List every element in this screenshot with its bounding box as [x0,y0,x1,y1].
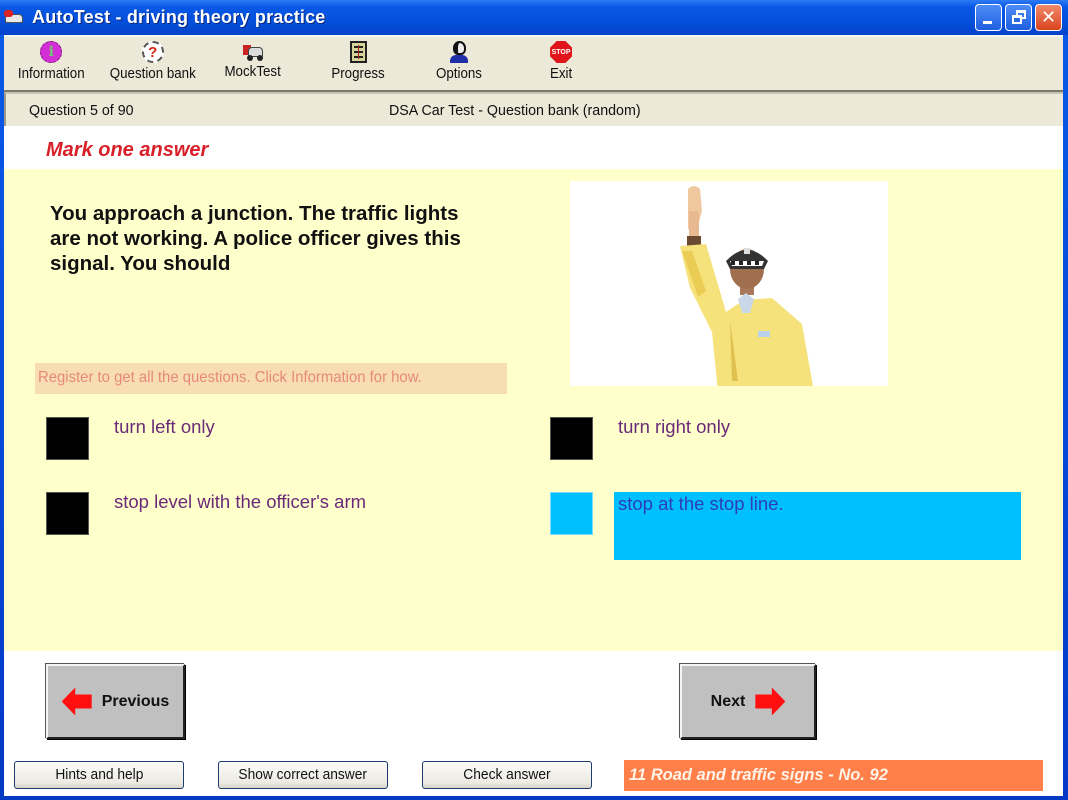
answer-text: stop level with the officer's arm [114,491,367,512]
toolbar-label: Exit [549,66,573,82]
minimize-icon [983,21,992,24]
test-mode-label: DSA Car Test - Question bank (random) [389,102,641,119]
toolbar-label: Question bank [109,66,196,82]
previous-button[interactable]: Previous [46,664,185,739]
info-icon: i [40,41,63,63]
answer-checkbox[interactable] [550,417,593,460]
answer-text: turn left only [114,416,215,437]
question-category-label: 11 Road and traffic signs - No. 92 [624,760,1043,791]
instruction-row: Mark one answer [4,126,1063,169]
next-button[interactable]: Next [680,664,816,739]
stop-sign-icon: STOP [550,41,573,63]
toolbar-label: Information [17,66,85,82]
check-answer-button[interactable]: Check answer [422,761,592,789]
toolbar-question-bank-button[interactable]: ? Question bank [106,41,200,89]
minimize-button[interactable] [975,4,1002,31]
question-icon: ? [141,41,164,63]
show-correct-label: Show correct answer [238,767,368,783]
toolbar-options-button[interactable]: Options [434,41,484,89]
next-label: Next [710,692,746,710]
answer-checkbox[interactable] [550,492,593,535]
instruction-text: Mark one answer [46,139,209,161]
close-button[interactable]: ✕ [1035,4,1062,31]
hints-label: Hints and help [54,767,144,783]
app-window: AutoTest - driving theory practice ✕ i I… [0,0,1068,800]
toolbar-label: MockTest [224,64,281,80]
car-app-icon [4,9,26,27]
toolbar-progress-button[interactable]: Progress [329,41,387,89]
window-title: AutoTest - driving theory practice [32,7,326,27]
car-icon [241,41,265,61]
hints-and-help-button[interactable]: Hints and help [14,761,184,789]
toolbar-information-button[interactable]: i Information [15,41,88,89]
toolbar-label: Options [435,66,482,82]
question-panel: You approach a junction. The traffic lig… [4,169,1063,651]
question-text: You approach a junction. The traffic lig… [50,202,461,275]
answer-checkbox[interactable] [46,492,89,535]
toolbar: i Information ? Question bank MockTest P… [4,35,1063,92]
question-image [570,181,888,386]
restore-button[interactable] [1005,4,1032,31]
show-correct-answer-button[interactable]: Show correct answer [218,761,388,789]
answer-text: stop at the stop line. [614,492,1021,560]
app-client-area: i Information ? Question bank MockTest P… [4,35,1063,796]
check-label: Check answer [463,767,551,783]
toolbar-exit-button[interactable]: STOP Exit [549,41,573,89]
person-icon [449,41,469,63]
previous-label: Previous [101,692,170,710]
register-notice-text: Register to get all the questions. Click… [38,369,422,386]
toolbar-mocktest-button[interactable]: MockTest [222,41,283,89]
title-bar[interactable]: AutoTest - driving theory practice ✕ [0,0,1068,35]
toolbar-label: Progress [331,66,385,82]
arrow-left-icon [61,687,92,716]
answer-text: turn right only [618,416,731,437]
question-counter: Question 5 of 90 [29,102,134,119]
answer-checkbox[interactable] [46,417,89,460]
arrow-right-icon [755,687,786,716]
police-officer-illustration [680,186,813,386]
ledger-icon [349,41,367,63]
register-notice[interactable]: Register to get all the questions. Click… [35,363,507,394]
close-icon: ✕ [1040,7,1057,28]
question-header: Question 5 of 90 DSA Car Test - Question… [4,92,1063,126]
